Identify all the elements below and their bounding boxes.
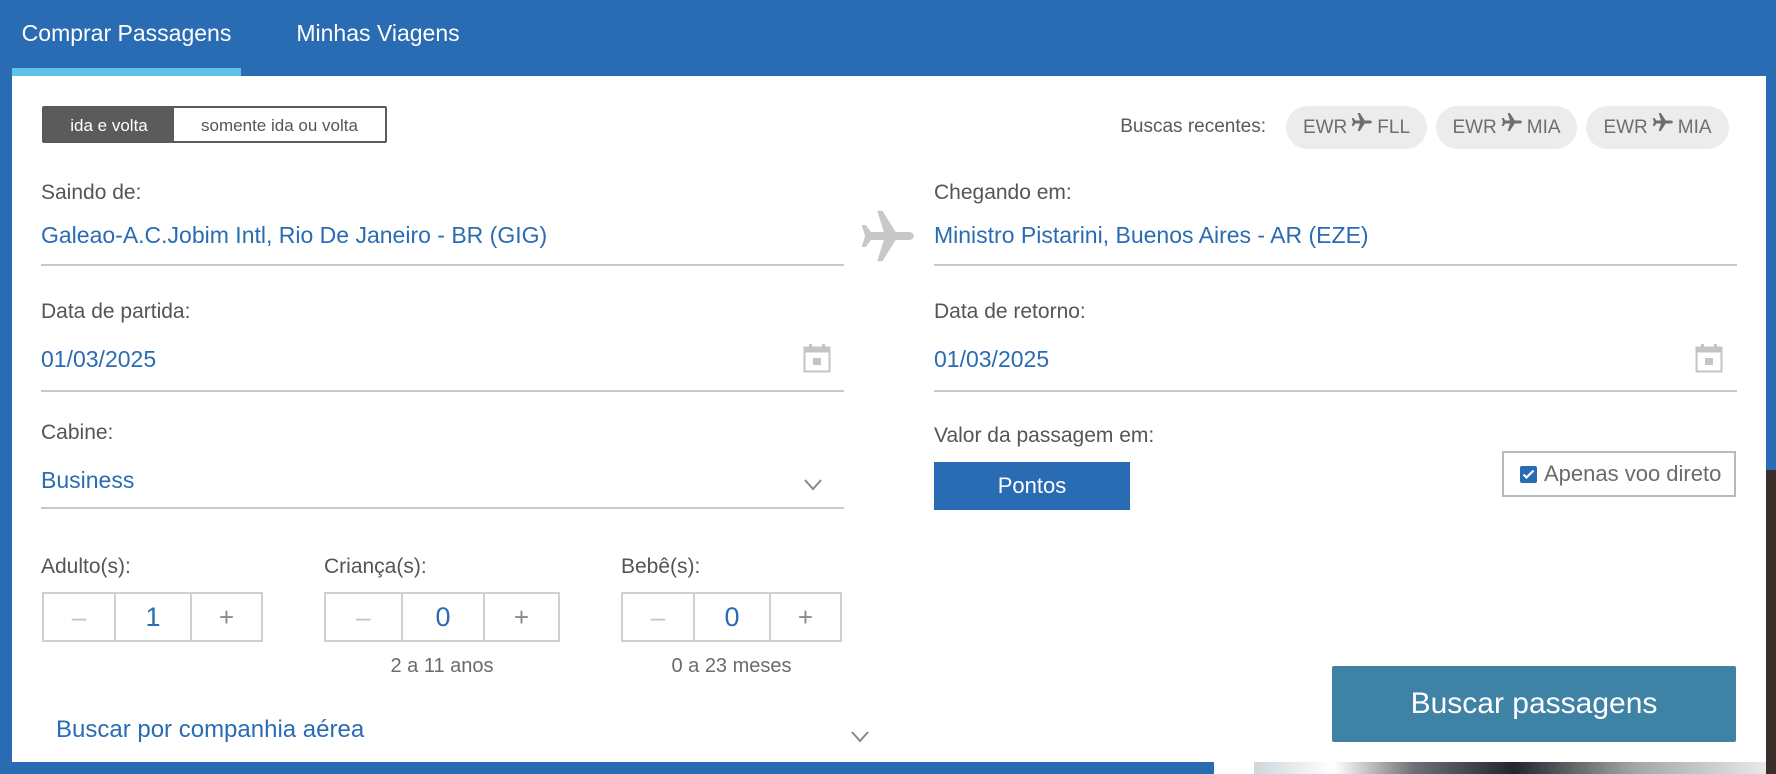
tab-comprar-passagens[interactable]: Comprar Passagens xyxy=(12,0,241,76)
calendar-icon[interactable] xyxy=(1695,343,1723,373)
destination-label: Chegando em: xyxy=(934,181,1072,204)
recent-search-chip[interactable]: EWR MIA xyxy=(1586,106,1729,149)
decrement-button[interactable]: – xyxy=(326,594,403,640)
destination-underline xyxy=(934,264,1737,266)
direct-flight-checkbox[interactable]: Apenas voo direto xyxy=(1502,451,1736,497)
recent-searches-label: Buscas recentes: xyxy=(1120,116,1266,137)
children-stepper: – 0 + xyxy=(324,592,560,642)
children-label: Criança(s): xyxy=(324,555,427,578)
origin-input[interactable]: Galeao-A.C.Jobim Intl, Rio De Janeiro - … xyxy=(41,222,547,249)
tab-minhas-viagens[interactable]: Minhas Viagens xyxy=(283,0,473,68)
return-date-input[interactable]: 01/03/2025 xyxy=(934,346,1049,373)
infants-stepper: – 0 + xyxy=(621,592,842,642)
direct-flight-label: Apenas voo direto xyxy=(1544,461,1722,486)
recent-search-chip[interactable]: EWR FLL xyxy=(1286,106,1427,149)
recent-search-chip[interactable]: EWR MIA xyxy=(1436,106,1577,149)
departure-underline xyxy=(41,390,844,392)
infants-count[interactable]: 0 xyxy=(695,594,771,640)
recent-from: EWR xyxy=(1452,117,1497,138)
recent-to: MIA xyxy=(1526,117,1561,138)
children-age-hint: 2 a 11 anos xyxy=(390,655,494,677)
checkbox-checked-icon xyxy=(1520,466,1537,483)
infants-age-hint: 0 a 23 meses xyxy=(671,655,792,677)
fare-label: Valor da passagem em: xyxy=(934,424,1155,447)
background-photo-strip xyxy=(1214,762,1766,774)
recent-to: FLL xyxy=(1377,117,1411,138)
points-button[interactable]: Pontos xyxy=(934,462,1130,510)
plane-icon xyxy=(1652,104,1674,147)
departure-label: Data de partida: xyxy=(41,300,191,323)
plane-icon xyxy=(1501,104,1523,147)
increment-button[interactable]: + xyxy=(192,594,261,640)
return-label: Data de retorno: xyxy=(934,300,1086,323)
return-underline xyxy=(934,390,1737,392)
one-way-option[interactable]: somente ida ou volta xyxy=(174,108,385,141)
calendar-icon[interactable] xyxy=(803,343,831,373)
adults-count[interactable]: 1 xyxy=(116,594,192,640)
round-trip-option[interactable]: ida e volta xyxy=(44,108,174,141)
top-tabs: Comprar Passagens Minhas Viagens xyxy=(0,0,1776,76)
decrement-button[interactable]: – xyxy=(44,594,116,640)
chevron-down-icon[interactable] xyxy=(804,478,822,491)
departure-date-input[interactable]: 01/03/2025 xyxy=(41,346,156,373)
recent-from: EWR xyxy=(1302,117,1348,138)
increment-button[interactable]: + xyxy=(485,594,558,640)
background-photo-edge xyxy=(1766,470,1776,774)
recent-to: MIA xyxy=(1677,117,1712,138)
origin-underline xyxy=(41,264,844,266)
plane-icon xyxy=(1351,104,1373,147)
children-count[interactable]: 0 xyxy=(403,594,485,640)
adults-stepper: – 1 + xyxy=(42,592,263,642)
search-panel xyxy=(12,76,1766,762)
trip-type-toggle: ida e volta somente ida ou volta xyxy=(42,106,387,143)
cabin-select[interactable]: Business xyxy=(41,467,134,494)
destination-input[interactable]: Ministro Pistarini, Buenos Aires - AR (E… xyxy=(934,222,1369,249)
decrement-button[interactable]: – xyxy=(623,594,695,640)
search-flights-button[interactable]: Buscar passagens xyxy=(1332,666,1736,742)
origin-label: Saindo de: xyxy=(41,181,142,204)
infants-label: Bebê(s): xyxy=(621,555,701,578)
cabin-underline xyxy=(41,507,844,509)
cabin-label: Cabine: xyxy=(41,421,114,444)
plane-icon xyxy=(860,208,916,264)
adults-label: Adulto(s): xyxy=(41,555,131,578)
increment-button[interactable]: + xyxy=(771,594,840,640)
chevron-down-icon[interactable] xyxy=(851,730,869,743)
airline-search-link[interactable]: Buscar por companhia aérea xyxy=(56,716,364,744)
recent-from: EWR xyxy=(1603,117,1648,138)
